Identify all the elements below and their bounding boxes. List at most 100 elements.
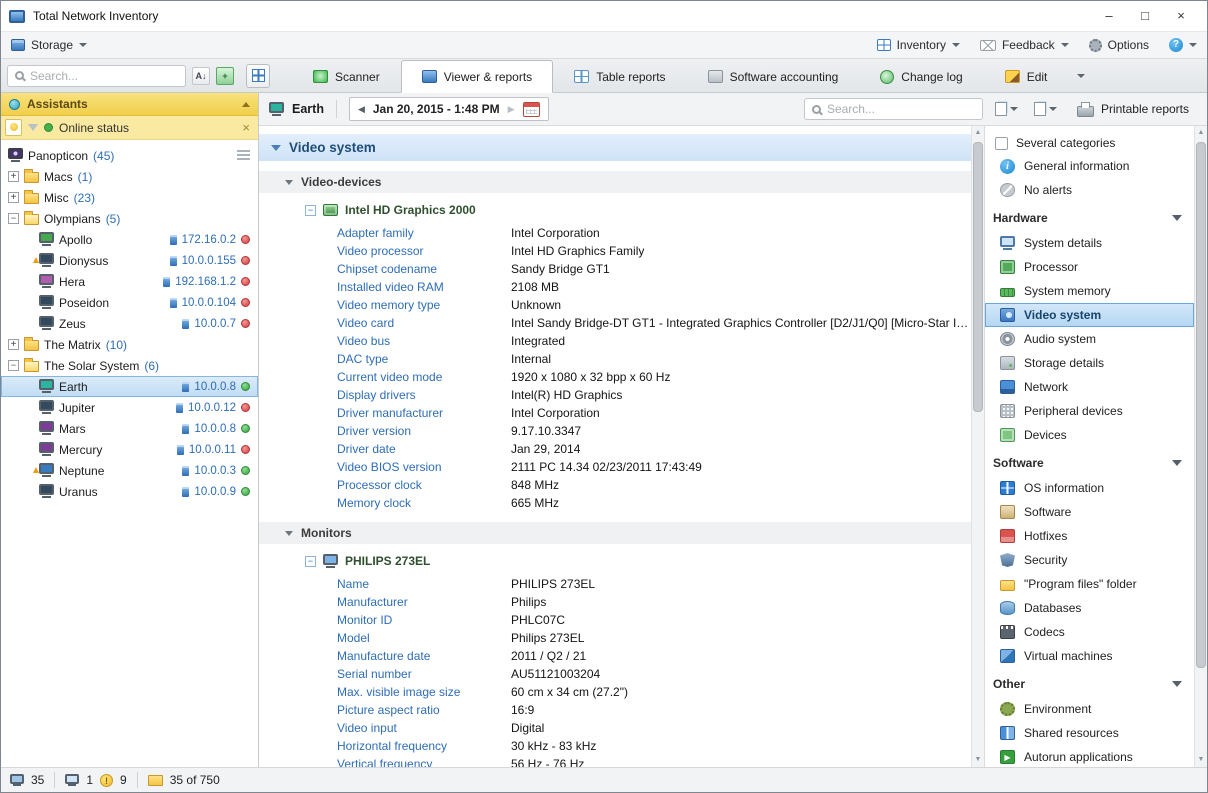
category-item[interactable]: Databases [985,596,1194,620]
feedback-menu[interactable]: Feedback [980,38,1069,52]
category-item[interactable]: Devices [985,423,1194,447]
storage-menu[interactable]: Storage [11,38,87,52]
tab[interactable]: Viewer & reports [401,60,553,93]
property-label[interactable]: Name [337,577,511,591]
inventory-menu[interactable]: Inventory [877,38,960,52]
category-item[interactable]: Autorun applications [985,745,1194,767]
assistants-panel-header[interactable]: Assistants [1,93,258,116]
category-item[interactable]: Network [985,375,1194,399]
tree-item[interactable]: Panopticon (45) [1,145,258,166]
next-snapshot-arrow-icon[interactable]: ▶ [508,104,515,115]
collapse-arrow-icon[interactable] [242,102,250,107]
property-label[interactable]: Adapter family [337,226,511,240]
property-label[interactable]: Video bus [337,334,511,348]
tree-item[interactable]: Hera 192.168.1.2 [1,271,258,292]
category-item[interactable]: General information [985,154,1194,178]
tab[interactable]: Change log [859,60,983,93]
tree-item[interactable]: Neptune 10.0.0.3 [1,460,258,481]
property-label[interactable]: Vertical frequency [337,757,511,767]
category-item[interactable]: Peripheral devices [985,399,1194,423]
property-label[interactable]: Processor clock [337,478,511,492]
property-label[interactable]: Video BIOS version [337,460,511,474]
tree-item[interactable]: Mercury 10.0.0.11 [1,439,258,460]
collapse-box-icon[interactable] [305,205,316,216]
several-categories-toggle[interactable]: Several categories [985,132,1194,154]
property-label[interactable]: Chipset codename [337,262,511,276]
category-item[interactable]: System details [985,231,1194,255]
category-item[interactable]: Hotfixes [985,524,1194,548]
tree-item[interactable]: Dionysus 10.0.0.155 [1,250,258,271]
tree-item[interactable]: Olympians (5) [1,208,258,229]
property-label[interactable]: Installed video RAM [337,280,511,294]
checkbox-icon[interactable] [995,137,1008,150]
scroll-up-icon[interactable]: ▲ [1195,126,1207,140]
expander-icon[interactable] [8,213,19,224]
property-label[interactable]: Manufacture date [337,649,511,663]
scrollbar-thumb[interactable] [1196,142,1206,668]
tree-item[interactable]: Jupiter 10.0.0.12 [1,397,258,418]
category-item[interactable]: Processor [985,255,1194,279]
prev-snapshot-arrow-icon[interactable]: ◀ [358,104,365,115]
category-section-header[interactable]: Hardware [985,205,1194,231]
collapse-box-icon[interactable] [305,556,316,567]
property-label[interactable]: Driver version [337,424,511,438]
category-item[interactable]: Codecs [985,620,1194,644]
category-item[interactable]: Virtual machines [985,644,1194,668]
edit-menu-caret[interactable] [1072,66,1090,86]
tree-item[interactable]: The Solar System (6) [1,355,258,376]
category-item[interactable]: Security [985,548,1194,572]
expander-icon[interactable] [8,171,19,182]
property-label[interactable]: Serial number [337,667,511,681]
export-button[interactable] [991,100,1022,118]
tab[interactable]: Edit [984,60,1069,93]
scroll-down-icon[interactable]: ▼ [972,753,984,767]
category-scrollbar[interactable]: ▲ ▼ [1194,126,1207,767]
property-label[interactable]: Monitor ID [337,613,511,627]
tree-search-input[interactable] [30,69,178,83]
calendar-icon[interactable] [523,102,540,117]
category-item[interactable]: Shared resources [985,721,1194,745]
tree-item[interactable]: The Matrix (10) [1,334,258,355]
property-label[interactable]: Video processor [337,244,511,258]
section-video-system[interactable]: Video system [259,134,971,161]
tree-item[interactable]: Apollo 172.16.0.2 [1,229,258,250]
category-item[interactable]: Environment [985,697,1194,721]
subsection-video-devices[interactable]: Video-devices [259,171,971,193]
report-search-input[interactable] [827,102,975,116]
sort-alpha-icon[interactable]: A↓ [192,67,210,85]
property-label[interactable]: Memory clock [337,496,511,510]
category-item[interactable]: OS information [985,476,1194,500]
property-label[interactable]: Display drivers [337,388,511,402]
tab[interactable]: Scanner [292,60,401,93]
category-section-header[interactable]: Software [985,450,1194,476]
property-label[interactable]: Driver date [337,442,511,456]
expander-icon[interactable] [8,360,19,371]
report-scrollbar[interactable]: ▲ ▼ [971,126,984,767]
tab[interactable]: Table reports [553,60,686,93]
tree-item[interactable]: Macs (1) [1,166,258,187]
property-label[interactable]: Current video mode [337,370,511,384]
category-item[interactable]: Video system [985,303,1194,327]
copy-button[interactable] [1030,100,1061,118]
close-button[interactable]: × [1163,5,1199,27]
subsection-monitors[interactable]: Monitors [259,522,971,544]
help-menu[interactable]: ? [1169,38,1197,52]
maximize-button[interactable]: □ [1127,5,1163,27]
group-menu-icon[interactable] [237,150,250,161]
expander-icon[interactable] [8,192,19,203]
scroll-down-icon[interactable]: ▼ [1195,753,1207,767]
add-device-icon[interactable]: + [216,67,234,85]
tree-item[interactable]: Poseidon 10.0.0.104 [1,292,258,313]
category-item[interactable]: Software [985,500,1194,524]
property-label[interactable]: Video card [337,316,511,330]
category-item[interactable]: Storage details [985,351,1194,375]
property-label[interactable]: Video memory type [337,298,511,312]
category-item[interactable]: No alerts [985,178,1194,202]
tree-item[interactable]: Mars 10.0.0.8 [1,418,258,439]
property-label[interactable]: Model [337,631,511,645]
panel-toggle-button[interactable] [246,64,270,88]
property-label[interactable]: Manufacturer [337,595,511,609]
category-item[interactable]: System memory [985,279,1194,303]
device-row-gpu[interactable]: Intel HD Graphics 2000 [259,199,971,221]
printable-reports-button[interactable]: Printable reports [1069,99,1197,120]
